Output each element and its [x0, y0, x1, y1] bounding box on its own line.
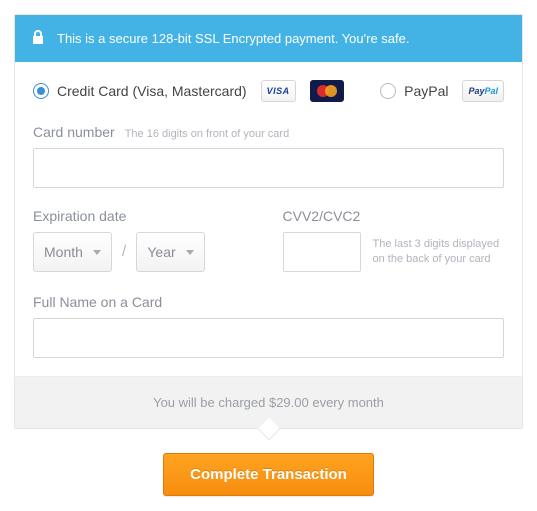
expiration-label: Expiration date [33, 208, 126, 224]
expiration-year-value: Year [147, 244, 175, 260]
lock-icon [31, 29, 45, 48]
paypal-label: PayPal [404, 83, 448, 99]
secure-banner: This is a secure 128-bit SSL Encrypted p… [15, 15, 522, 62]
visa-icon: VISA [261, 80, 296, 102]
paypal-option[interactable]: PayPal [380, 83, 448, 99]
card-number-hint: The 16 digits on front of your card [125, 128, 289, 140]
radio-credit-card[interactable] [33, 83, 49, 99]
card-number-input[interactable] [33, 148, 504, 188]
form-body: Credit Card (Visa, Mastercard) VISA PayP… [15, 62, 522, 358]
chevron-down-icon [186, 250, 194, 255]
expiration-month-value: Month [44, 244, 83, 260]
cta-wrap: Complete Transaction [14, 453, 523, 496]
payment-method-row: Credit Card (Visa, Mastercard) VISA PayP… [33, 80, 504, 102]
expiration-year-select[interactable]: Year [136, 232, 204, 272]
cvv-label: CVV2/CVC2 [283, 208, 361, 224]
fullname-input[interactable] [33, 318, 504, 358]
chevron-down-icon [93, 250, 101, 255]
fullname-block: Full Name on a Card [33, 294, 504, 358]
fullname-label: Full Name on a Card [33, 294, 162, 310]
payment-form-card: This is a secure 128-bit SSL Encrypted p… [14, 14, 523, 429]
mastercard-icon [310, 80, 344, 102]
radio-paypal[interactable] [380, 83, 396, 99]
cvv-input[interactable] [283, 232, 361, 272]
secure-message: This is a secure 128-bit SSL Encrypted p… [57, 31, 506, 46]
cvv-block: CVV2/CVC2 The last 3 digits displayed on… [283, 208, 505, 272]
complete-transaction-button[interactable]: Complete Transaction [163, 453, 374, 496]
paypal-icon: PayPal [462, 80, 504, 102]
expiration-month-select[interactable]: Month [33, 232, 112, 272]
card-number-label: Card number [33, 124, 115, 140]
expiration-block: Expiration date Month / Year [33, 208, 255, 272]
card-number-block: Card number The 16 digits on front of yo… [33, 124, 504, 188]
cvv-hint: The last 3 digits displayed on the back … [373, 237, 505, 268]
credit-card-label: Credit Card (Visa, Mastercard) [57, 83, 247, 99]
expiration-separator: / [122, 243, 126, 261]
credit-card-option[interactable]: Credit Card (Visa, Mastercard) [33, 83, 247, 99]
